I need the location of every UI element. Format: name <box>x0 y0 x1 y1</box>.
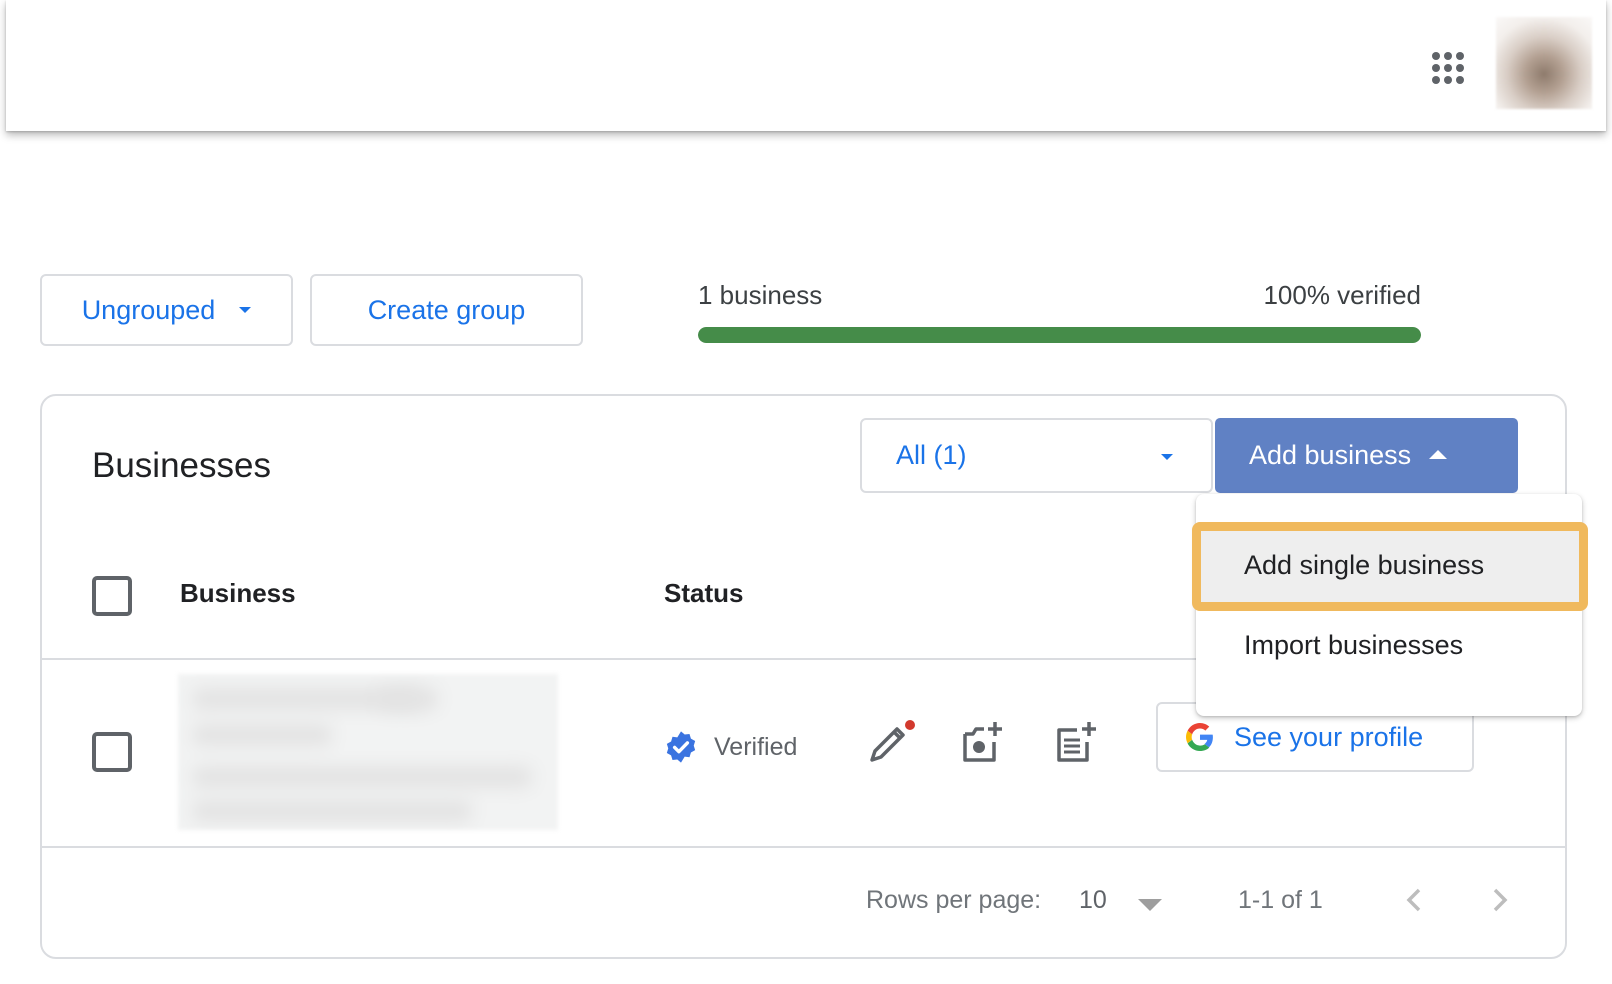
verification-progress-bar <box>698 327 1421 343</box>
caret-down-icon <box>239 307 252 313</box>
verification-progress-fill <box>698 327 1421 343</box>
verified-percentage: 100% verified <box>1263 280 1421 310</box>
rows-per-page-label: Rows per page: <box>866 886 1042 914</box>
menu-item-label: Add single business <box>1244 549 1485 580</box>
caret-down-icon <box>1161 454 1173 460</box>
column-header-business: Business <box>180 578 296 608</box>
business-count: 1 business <box>698 280 823 310</box>
account-avatar[interactable] <box>1496 17 1592 109</box>
google-g-logo-icon <box>1186 723 1213 751</box>
add-photo-icon[interactable] <box>957 716 1009 768</box>
menu-item-label: Import businesses <box>1244 629 1464 660</box>
add-post-icon[interactable] <box>1050 716 1102 768</box>
business-filter-select[interactable]: All (1) <box>860 418 1213 493</box>
verified-badge-icon <box>666 731 696 763</box>
status-cell: Verified <box>664 730 797 764</box>
verification-summary: 1 business 100% verified <box>698 280 1421 343</box>
business-name-redacted[interactable] <box>178 674 558 830</box>
caret-up-icon <box>1429 450 1448 459</box>
previous-page-chevron-icon[interactable] <box>1399 882 1429 918</box>
filter-selected-value: All (1) <box>896 440 967 470</box>
menu-item-add-single-business[interactable]: Add single business <box>1196 526 1582 604</box>
page-range-label: 1-1 of 1 <box>1238 886 1323 914</box>
status-text: Verified <box>714 732 798 761</box>
create-group-label: Create group <box>367 294 526 325</box>
google-apps-icon[interactable] <box>1430 50 1466 86</box>
see-your-profile-label: See your profile <box>1234 721 1424 752</box>
menu-item-import-businesses[interactable]: Import businesses <box>1196 606 1582 684</box>
add-business-label: Add business <box>1249 440 1412 470</box>
group-select-label: Ungrouped <box>81 294 216 325</box>
column-header-status: Status <box>664 578 744 608</box>
pagination: Rows per page: 10 1-1 of 1 <box>42 856 1565 956</box>
select-all-checkbox[interactable] <box>92 576 132 616</box>
row-checkbox[interactable] <box>92 732 132 772</box>
rows-per-page-select[interactable]: 10 <box>1079 886 1107 915</box>
card-title: Businesses <box>92 446 271 485</box>
group-select-dropdown[interactable]: Ungrouped <box>40 274 293 346</box>
top-app-bar <box>6 0 1606 131</box>
add-business-menu: Add single business Import businesses <box>1196 494 1582 716</box>
edit-profile-icon[interactable] <box>866 716 918 768</box>
next-page-chevron-icon[interactable] <box>1485 882 1515 918</box>
rows-per-page-caret-icon[interactable] <box>1138 899 1162 911</box>
create-group-button[interactable]: Create group <box>310 274 583 346</box>
footer-divider <box>42 846 1565 848</box>
add-business-button[interactable]: Add business <box>1215 418 1518 493</box>
